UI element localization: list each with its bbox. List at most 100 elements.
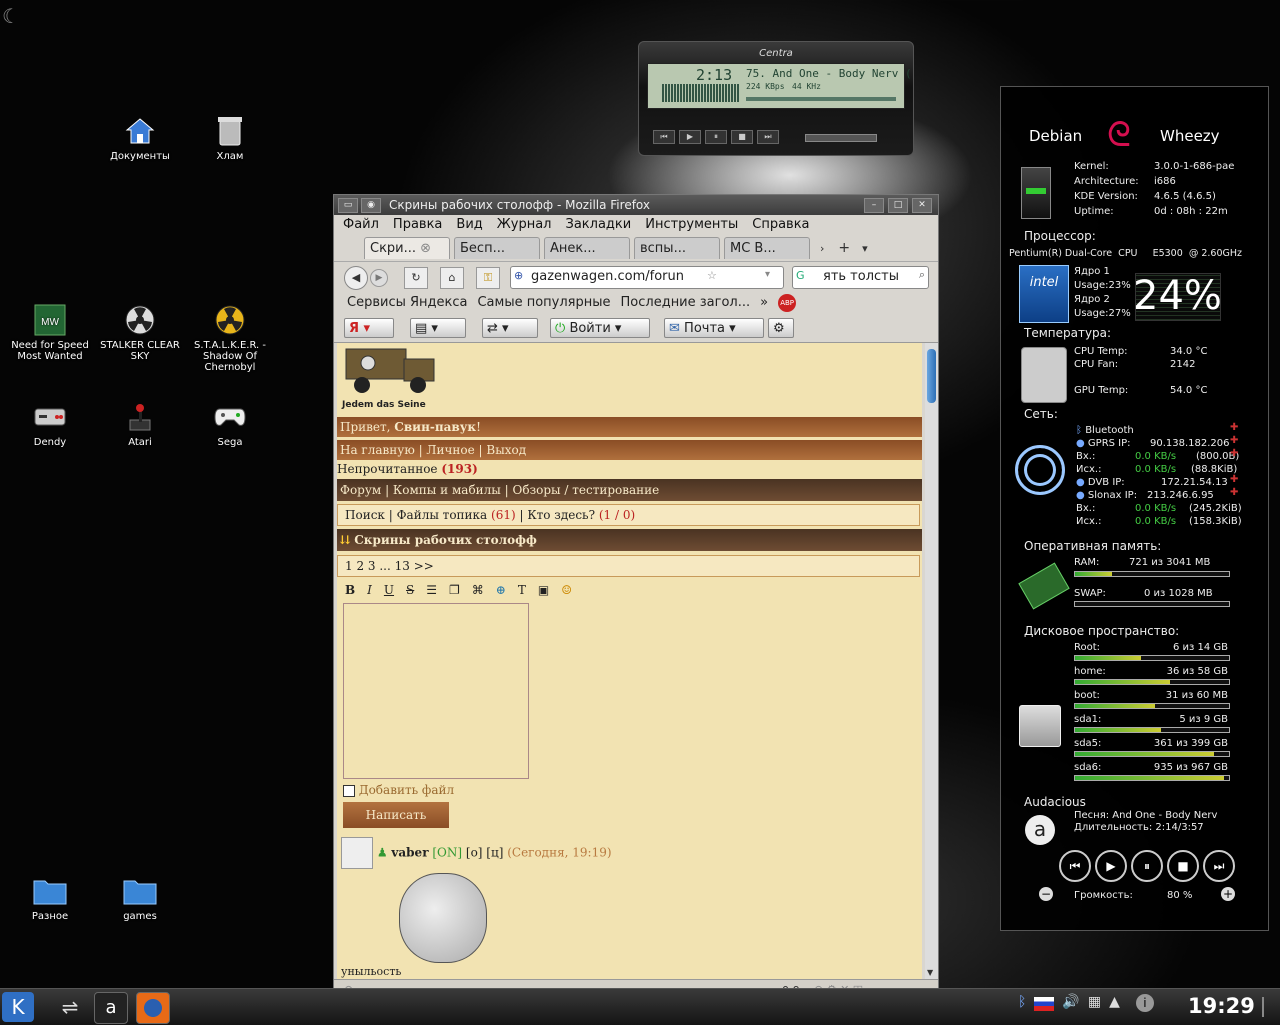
play-button[interactable]: ▶ [679, 130, 701, 144]
scroll-thumb[interactable] [927, 349, 936, 403]
desktop-icon-misc-folder[interactable]: Разное [10, 874, 90, 922]
home-button[interactable]: ⌂ [440, 267, 464, 289]
audacious-task-icon[interactable]: a [94, 992, 128, 1024]
image-icon[interactable]: ▣ [538, 583, 549, 597]
topic-tools-links[interactable]: Поиск | Файлы топика [345, 508, 491, 522]
next-button[interactable]: ⏭ [757, 130, 779, 144]
window-menu-button[interactable]: ▭ [338, 198, 358, 213]
aud-next-button[interactable]: ⏭ [1203, 850, 1235, 882]
menu-help[interactable]: Справка [752, 215, 809, 235]
url-bar[interactable]: ⊕ gazenwagen.com/forun ☆ ▾ [510, 266, 784, 289]
copy-icon[interactable]: ❐ [449, 583, 460, 597]
scroll-down-icon[interactable]: ▼ [927, 968, 933, 977]
menu-history[interactable]: Журнал [497, 215, 552, 235]
player-volume-slider[interactable] [805, 134, 877, 142]
player-seekbar[interactable] [746, 97, 896, 101]
login-button[interactable]: ⏻ Войти ▾ [550, 318, 650, 338]
link-globe-icon[interactable]: ⊕ [496, 583, 506, 597]
post-quote-links[interactable]: [о] [ц] [466, 846, 503, 860]
search-engine-icon[interactable]: G [796, 269, 805, 282]
tab-list-icon[interactable]: ▾ [862, 242, 868, 255]
reload-button[interactable]: ↻ [404, 267, 428, 289]
minimize-button[interactable]: – [864, 198, 884, 213]
search-icon[interactable]: ⌕ [919, 268, 925, 282]
menu-edit[interactable]: Правка [393, 215, 442, 235]
panel-toolbox-icon[interactable] [1262, 997, 1276, 1017]
search-box[interactable]: G ять толсты ⌕ [792, 266, 929, 289]
underline-button[interactable]: U [384, 583, 394, 597]
key-icon[interactable]: ⚿ [476, 267, 500, 289]
prev-button[interactable]: ⏮ [653, 130, 675, 144]
window-titlebar[interactable]: ▭ ◉ Скрины рабочих столофф - Mozilla Fir… [334, 195, 938, 215]
bookmark-latest-headlines[interactable]: Последние загол... [621, 292, 751, 314]
menu-file[interactable]: Файл [343, 215, 379, 235]
desktop-icon-trash[interactable]: Хлам [190, 114, 270, 162]
text-color-icon[interactable]: T [518, 583, 526, 597]
bookmark-most-popular[interactable]: Самые популярные [477, 292, 610, 314]
firefox-task-icon[interactable] [136, 992, 170, 1024]
menu-tools[interactable]: Инструменты [645, 215, 738, 235]
message-textarea[interactable] [343, 603, 529, 779]
tab-3[interactable]: Анек... [544, 237, 630, 259]
greeting-user[interactable]: Свин-павук [394, 420, 476, 434]
bold-button[interactable]: B [345, 583, 355, 597]
yandex-logo-button[interactable]: Я ▾ [344, 318, 394, 338]
audio-player[interactable]: Centra 2:13 75. And One - Body Nerv ( 22… [638, 41, 914, 156]
attach-checkbox[interactable] [343, 784, 355, 797]
list-icon[interactable]: ☰ [426, 583, 437, 597]
breadcrumb-links[interactable]: Форум | Компы и мабилы | Обзоры / тестир… [340, 483, 659, 497]
post-avatar[interactable] [341, 837, 373, 869]
usb-device-icon[interactable]: ⇌ [54, 992, 86, 1022]
window-pin-button[interactable]: ◉ [361, 198, 381, 213]
post-username[interactable]: vaber [391, 846, 428, 860]
who-here-link[interactable]: | Кто здесь? [516, 508, 599, 522]
volume-tray-icon[interactable]: 🔊 [1062, 994, 1079, 1012]
php-icon[interactable]: ⌘ [472, 583, 484, 597]
clock[interactable]: 19:29 [1188, 994, 1255, 1018]
tab-scroll-right-icon[interactable]: › [820, 242, 824, 255]
aud-play-button[interactable]: ▶ [1095, 850, 1127, 882]
desktop-icon-atari[interactable]: Atari [100, 400, 180, 448]
toolbar-settings-button[interactable]: ⚙ [768, 318, 794, 338]
new-tab-icon[interactable]: + [838, 240, 850, 256]
menu-view[interactable]: Вид [456, 215, 482, 235]
bookmark-star-icon[interactable]: ☆ [707, 269, 717, 282]
strike-button[interactable]: S [406, 583, 414, 597]
pagination-links[interactable]: 1 2 3 ... 13 >> [345, 559, 434, 573]
kde-menu-button[interactable]: K [2, 992, 34, 1022]
desktop-icon-dendy[interactable]: Dendy [10, 400, 90, 448]
aud-stop-button[interactable]: ■ [1167, 850, 1199, 882]
menu-bookmarks[interactable]: Закладки [566, 215, 632, 235]
desktop-icon-sega[interactable]: Sega [190, 400, 270, 448]
keyboard-layout-flag-icon[interactable] [1034, 997, 1055, 1011]
bookmark-yandex-services[interactable]: Сервисы Яндекса [347, 292, 467, 314]
adblock-icon[interactable]: ABP [778, 294, 797, 312]
desktop-corner-icon[interactable]: ☾ [2, 4, 26, 28]
tab-close-icon[interactable]: ⊗ [420, 241, 431, 256]
smiley-icon[interactable]: ☺ [561, 583, 572, 597]
tray-expand-icon[interactable]: ▲ [1109, 994, 1120, 1012]
feed-icon[interactable]: ▾ [765, 269, 770, 280]
close-button[interactable]: ✕ [912, 198, 932, 213]
desktop-icon-stalker-cs[interactable]: STALKER CLEAR SKY [100, 303, 180, 362]
volume-down-button[interactable]: − [1039, 887, 1053, 901]
back-button[interactable]: ◀ [344, 266, 368, 290]
firefox-window[interactable]: ▭ ◉ Скрины рабочих столофф - Mozilla Fir… [333, 194, 939, 1002]
desktop-icon-stalker-soc[interactable]: S.T.A.L.K.E.R. - Shadow Of Chernobyl [190, 303, 270, 373]
tab-active[interactable]: Скри... ⊗ [364, 237, 450, 259]
page-scrollbar[interactable]: ▼ [925, 343, 938, 979]
bluetooth-tray-icon[interactable]: ᛒ [1018, 994, 1026, 1012]
site-logo[interactable]: Jedem das Seine [342, 345, 442, 410]
tab-4[interactable]: вспы... [634, 237, 720, 259]
maximize-button[interactable]: □ [888, 198, 908, 213]
stop-button[interactable]: ■ [731, 130, 753, 144]
tab-5[interactable]: МС В... [724, 237, 810, 259]
toolbar-translate-button[interactable]: ⇄ ▾ [482, 318, 538, 338]
notifications-icon[interactable]: i [1135, 994, 1154, 1012]
italic-button[interactable]: I [367, 583, 372, 597]
desktop-icon-nfs[interactable]: MW Need for Speed Most Wanted [10, 303, 90, 362]
submit-button[interactable]: Написать [343, 802, 449, 828]
aud-pause-button[interactable]: ⏸ [1131, 850, 1163, 882]
volume-up-button[interactable]: + [1221, 887, 1235, 901]
bookmarks-more-icon[interactable]: » [760, 292, 768, 314]
